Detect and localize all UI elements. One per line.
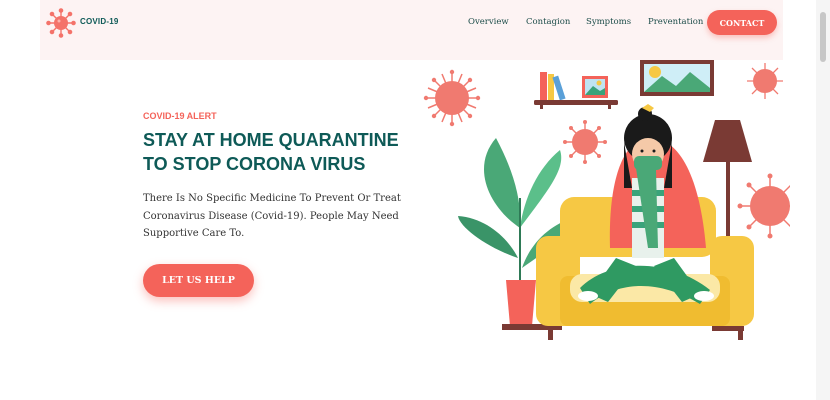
virus-icon (737, 173, 790, 239)
virus-icon (423, 69, 481, 127)
quarantine-illustration (423, 60, 790, 340)
wall-shelf (534, 72, 618, 109)
nav-overview[interactable]: Overview (468, 17, 509, 27)
virus-icon (747, 63, 783, 99)
virus-logo-icon[interactable] (46, 8, 76, 38)
virus-icon (563, 120, 607, 164)
nav-preventation[interactable]: Preventation (648, 17, 703, 27)
hero-title-line1: STAY AT HOME QUARANTINE (143, 130, 399, 150)
navbar: COVID-19 Overview Contagion Symptoms Pre… (40, 0, 783, 60)
nav-symptoms[interactable]: Symptoms (586, 17, 631, 27)
alert-label: COVID-19 ALERT (143, 111, 217, 121)
let-us-help-button[interactable]: LET US HELP (143, 264, 254, 297)
contact-button[interactable]: CONTACT (707, 10, 777, 35)
nav-contagion[interactable]: Contagion (526, 17, 570, 27)
scrollbar-thumb[interactable] (820, 12, 826, 62)
brand-name[interactable]: COVID-19 (80, 17, 119, 26)
hero-title-line2: TO STOP CORONA VIRUS (143, 154, 366, 174)
hero-title: STAY AT HOME QUARANTINE TO STOP CORONA V… (143, 128, 413, 176)
scrollbar[interactable] (816, 0, 830, 400)
wall-picture (640, 60, 714, 96)
hero-description: There Is No Specific Medicine To Prevent… (143, 193, 401, 239)
